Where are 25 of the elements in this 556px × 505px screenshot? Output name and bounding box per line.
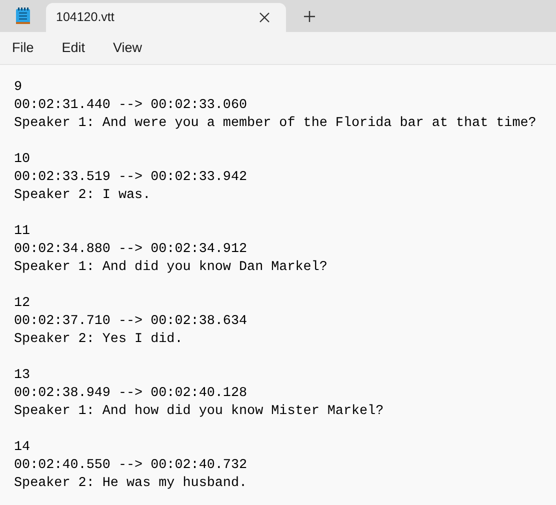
cue-number: 11	[14, 224, 30, 239]
cue-text: Speaker 2: I was.	[14, 188, 151, 203]
cue-text: Speaker 1: And how did you know Mister Markel?	[14, 404, 384, 419]
close-icon[interactable]	[258, 12, 270, 23]
cue-text: Speaker 1: And were you a member of the Florida bar at that time?	[14, 116, 536, 131]
cue-timing: 00:02:34.880 --> 00:02:34.912	[14, 242, 248, 257]
cue-timing: 00:02:33.519 --> 00:02:33.942	[14, 170, 248, 185]
cue-timing: 00:02:38.949 --> 00:02:40.128	[14, 386, 248, 401]
cue-number: 12	[14, 296, 30, 311]
cue-timing: 00:02:40.550 --> 00:02:40.732	[14, 458, 248, 473]
cue-number: 13	[14, 368, 30, 383]
menu-item[interactable]: File	[4, 34, 42, 62]
cue-text: Speaker 1: And did you know Dan Markel?	[14, 260, 328, 275]
notepad-icon	[15, 7, 31, 25]
add-icon[interactable]	[304, 10, 314, 22]
cue-text: Speaker 2: He was my husband.	[14, 476, 248, 491]
menu-item[interactable]: View	[105, 34, 150, 62]
cue-text: Speaker 2: Yes I did.	[14, 332, 183, 347]
menu-item[interactable]: Edit	[54, 34, 94, 62]
cue-number: 9	[14, 80, 22, 95]
cue-timing: 00:02:31.440 --> 00:02:33.060	[14, 98, 248, 113]
cue-number: 14	[14, 440, 30, 455]
cue-number: 10	[14, 152, 30, 167]
file-tab[interactable]: 104120.vtt	[46, 3, 286, 32]
cue-timing: 00:02:37.710 --> 00:02:38.634	[14, 314, 248, 329]
